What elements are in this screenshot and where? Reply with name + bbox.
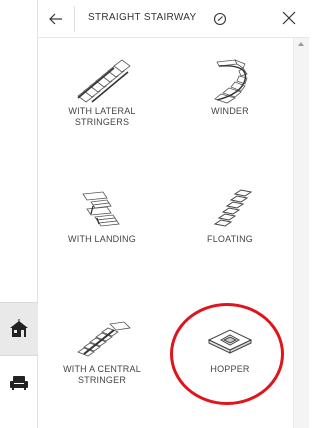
panel-header: STRAIGHT STAIRWAY	[38, 0, 309, 38]
close-icon	[282, 11, 296, 25]
header-divider	[74, 6, 75, 32]
close-button[interactable]	[281, 10, 297, 26]
option-with-central-stringer[interactable]: WITH A CENTRAL STRINGER	[38, 314, 166, 386]
left-toolbar	[0, 0, 38, 428]
sidebar-item-house[interactable]	[0, 302, 38, 356]
history-button[interactable]	[213, 12, 227, 26]
clock-icon	[213, 12, 227, 26]
option-label: STRINGER	[77, 375, 127, 385]
stair-central-stringer-icon	[77, 321, 131, 357]
option-with-landing[interactable]: WITH LANDING	[38, 184, 166, 245]
option-with-lateral-stringers[interactable]: WITH LATERAL STRINGERS	[38, 56, 166, 128]
stair-floating-icon	[213, 189, 253, 227]
stair-landing-icon	[82, 191, 120, 227]
back-button[interactable]	[46, 9, 66, 29]
stair-type-grid: WITH LATERAL STRINGERS WINDER WITH LANDI…	[38, 38, 293, 428]
stairway-panel: STRAIGHT STAIRWAY WITH LATERAL STRINGERS…	[38, 0, 309, 428]
house-icon	[10, 319, 28, 337]
option-label: WITH A CENTRAL	[63, 364, 141, 374]
stair-hopper-icon	[207, 329, 253, 354]
option-hopper[interactable]: HOPPER	[166, 314, 294, 375]
option-label: WINDER	[211, 106, 249, 116]
page-title: STRAIGHT STAIRWAY	[88, 12, 197, 23]
stair-lateral-stringers-icon	[77, 59, 131, 103]
scrollbar[interactable]	[293, 38, 309, 428]
option-label: STRINGERS	[74, 117, 130, 127]
sofa-icon	[10, 376, 28, 390]
option-label: WITH LANDING	[68, 234, 136, 244]
option-winder[interactable]: WINDER	[166, 56, 294, 117]
arrow-left-icon	[49, 13, 62, 25]
option-label: WITH LATERAL	[68, 106, 136, 116]
option-floating[interactable]: FLOATING	[166, 184, 294, 245]
scroll-up-arrow-icon[interactable]	[298, 42, 304, 46]
sidebar-item-furniture[interactable]	[0, 368, 38, 398]
stair-winder-icon	[214, 59, 248, 104]
option-label: FLOATING	[207, 234, 253, 244]
option-label: HOPPER	[210, 364, 250, 374]
